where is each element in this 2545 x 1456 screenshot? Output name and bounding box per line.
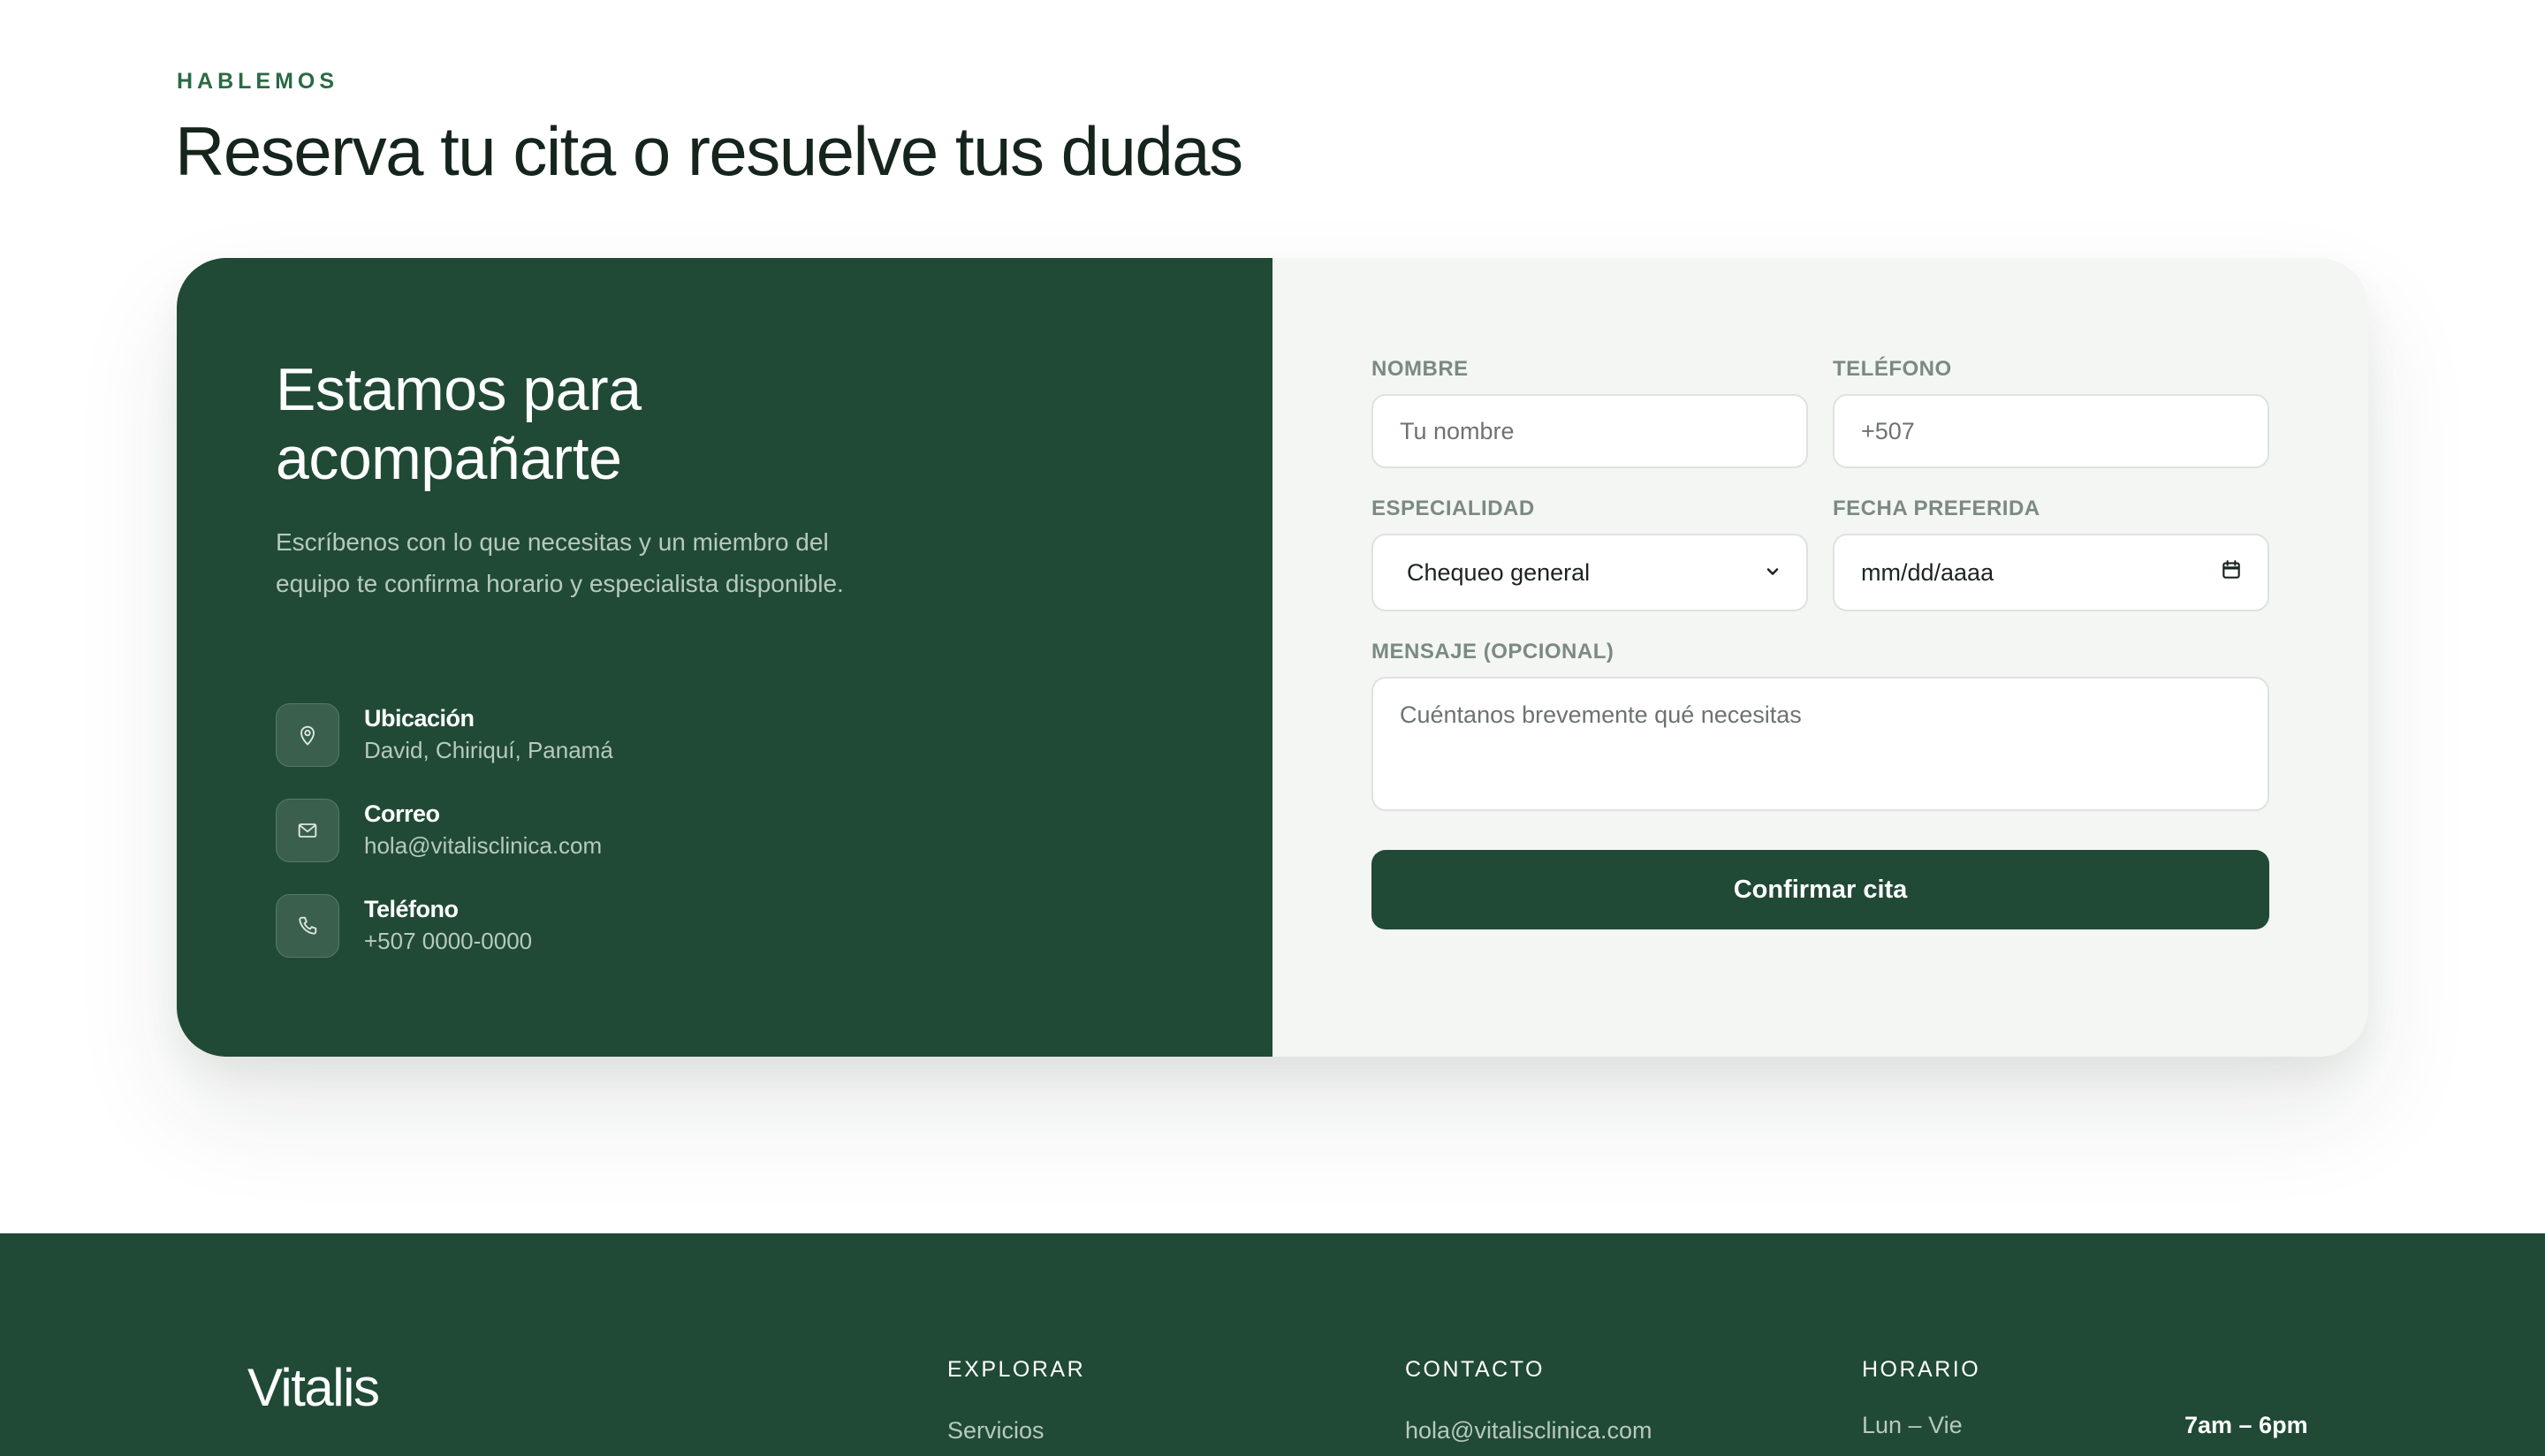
calendar-icon[interactable] [2220,558,2243,588]
footer-hours-heading: HORARIO [1862,1357,1981,1382]
info-phone-value[interactable]: +507 0000-0000 [364,928,532,955]
phone-placeholder: +507 [1861,417,1915,444]
info-phone: Teléfono +507 0000-0000 [276,894,983,959]
chevron-down-icon [1764,559,1782,587]
appointment-form: NOMBRE Tu nombre TELÉFONO +507 ESPECIALI… [1272,258,2368,1057]
footer-explore-heading: EXPLORAR [947,1357,1086,1382]
confirm-appointment-button[interactable]: Confirmar cita [1371,850,2269,929]
contact-section: HABLEMOS Reserva tu cita o resuelve tus … [0,0,2545,1233]
info-location-label: Ubicación [364,705,475,732]
footer-link-servicios[interactable]: Servicios [947,1417,1045,1445]
info-email-value[interactable]: hola@vitalisclinica.com [364,832,602,860]
section-eyebrow: HABLEMOS [177,69,339,94]
panel-title-line-2: acompañarte [276,425,622,492]
site-footer: Vitalis EXPLORAR Servicios CONTACTO hola… [0,1233,2545,1456]
name-placeholder: Tu nombre [1400,417,1515,444]
info-email-label: Correo [364,800,440,827]
name-label: NOMBRE [1371,357,1469,381]
footer-contact-email[interactable]: hola@vitalisclinica.com [1405,1417,1652,1445]
info-phone-label: Teléfono [364,896,459,922]
message-label: MENSAJE (OPCIONAL) [1371,640,1614,664]
date-label: FECHA PREFERIDA [1833,497,2040,520]
message-textarea[interactable]: Cuéntanos brevemente qué necesitas [1371,677,2269,811]
specialty-value: Chequeo general [1407,558,1591,586]
footer-contact-heading: CONTACTO [1405,1357,1545,1382]
contact-info-panel: Estamos para acompañarte Escríbenos con … [177,258,1272,1057]
phone-icon [276,894,339,958]
phone-label: TELÉFONO [1833,357,1952,381]
specialty-select[interactable]: Chequeo general [1371,534,1808,611]
map-pin-icon [276,703,339,767]
contact-card: Estamos para acompañarte Escríbenos con … [177,258,2368,1057]
footer-logo[interactable]: Vitalis [247,1357,380,1418]
specialty-label: ESPECIALIDAD [1371,497,1535,520]
panel-title: Estamos para acompañarte [276,355,894,493]
footer-hours-days: Lun – Vie [1862,1412,1963,1438]
name-input[interactable]: Tu nombre [1371,394,1808,468]
info-location: Ubicación David, Chiriquí, Panamá [276,703,983,769]
message-placeholder: Cuéntanos brevemente qué necesitas [1400,701,1802,728]
info-location-value: David, Chiriquí, Panamá [364,737,613,763]
panel-title-line-1: Estamos para [276,356,642,423]
section-title: Reserva tu cita o resuelve tus dudas [175,112,1243,190]
date-placeholder: mm/dd/aaaa [1861,558,1994,586]
info-email: Correo hola@vitalisclinica.com [276,799,983,864]
panel-description: Escríbenos con lo que necesitas y un mie… [276,528,844,597]
phone-input[interactable]: +507 [1833,394,2269,468]
mail-icon [276,799,339,862]
footer-hours-time: 7am – 6pm [2184,1412,2308,1438]
date-input[interactable]: mm/dd/aaaa [1833,534,2269,611]
